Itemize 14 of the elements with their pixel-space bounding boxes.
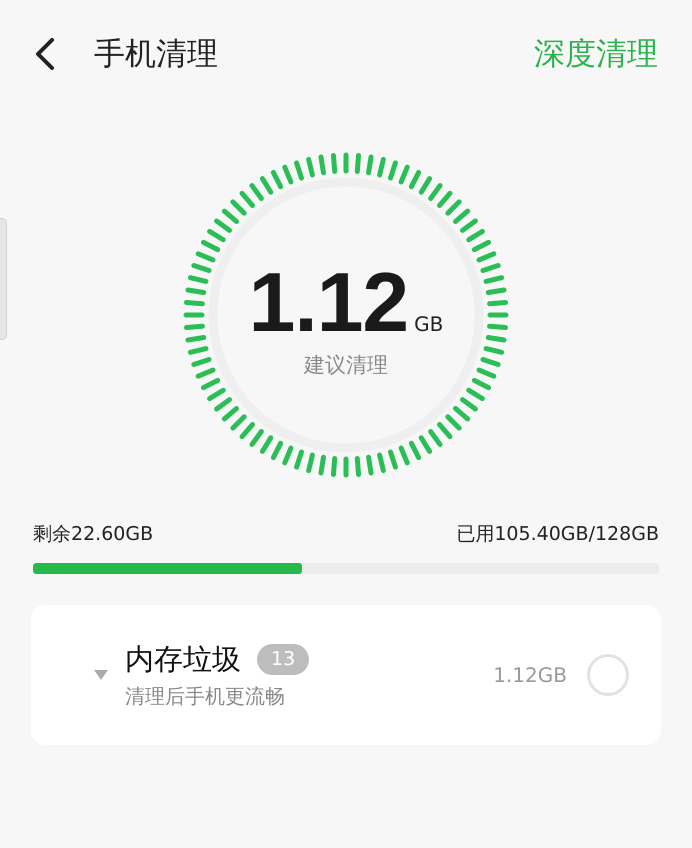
item-size: 1.12GB (493, 662, 567, 688)
junk-size-value: 1.12 (248, 255, 408, 349)
item-title: 内存垃圾 (125, 640, 241, 678)
item-subtitle: 清理后手机更流畅 (125, 684, 285, 708)
item-count: 13 (257, 644, 310, 675)
remaining-storage: 剩余22.60GB (33, 522, 154, 547)
page-title: 手机清理 (94, 34, 218, 74)
expand-triangle-icon[interactable] (93, 668, 109, 680)
edge-handle[interactable] (0, 218, 7, 340)
used-storage: 已用105.40GB/128GB (456, 522, 659, 547)
junk-item-card[interactable]: 内存垃圾 13 清理后手机更流畅 1.12GB (31, 604, 661, 744)
gauge-caption: 建议清理 (304, 353, 388, 377)
unit-label: GB (414, 312, 444, 336)
select-checkbox[interactable] (587, 654, 629, 696)
